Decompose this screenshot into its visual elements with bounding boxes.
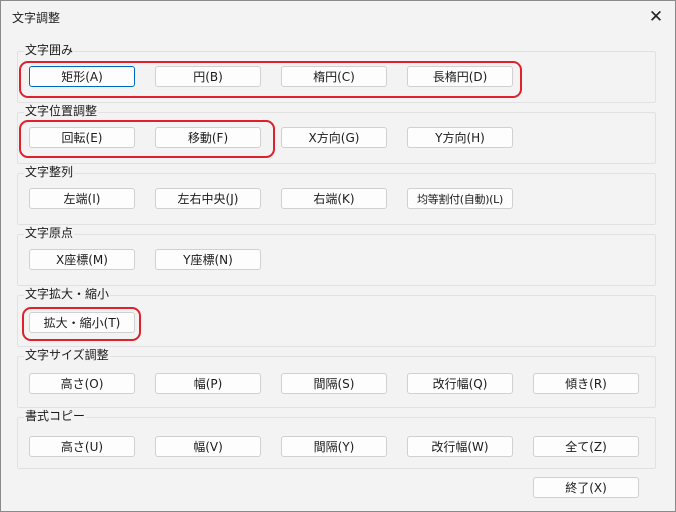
size-line-pitch-button[interactable]: 改行幅(Q) xyxy=(407,373,513,394)
group-title-text-position: 文字位置調整 xyxy=(24,104,99,118)
group-title-text-alignment: 文字整列 xyxy=(24,165,75,179)
exit-button[interactable]: 終了(X) xyxy=(533,477,639,498)
copy-height-button[interactable]: 高さ(U) xyxy=(29,436,135,457)
close-icon[interactable]: ✕ xyxy=(637,1,675,33)
y-direction-button[interactable]: Y方向(H) xyxy=(407,127,513,148)
y-coordinate-button[interactable]: Y座標(N) xyxy=(155,249,261,270)
rotate-button[interactable]: 回転(E) xyxy=(29,127,135,148)
dialog-window: 文字調整 ✕ 文字囲み 矩形(A) 円(B) 楕円(C) 長楕円(D) 文字位置… xyxy=(0,0,676,512)
align-left-button[interactable]: 左端(I) xyxy=(29,188,135,209)
group-title-text-size: 文字サイズ調整 xyxy=(24,348,110,362)
copy-line-pitch-button[interactable]: 改行幅(W) xyxy=(407,436,513,457)
title-bar: 文字調整 ✕ xyxy=(1,1,675,33)
copy-spacing-button[interactable]: 間隔(Y) xyxy=(281,436,387,457)
align-center-button[interactable]: 左右中央(J) xyxy=(155,188,261,209)
group-title-format-copy: 書式コピー xyxy=(24,409,87,423)
x-coordinate-button[interactable]: X座標(M) xyxy=(29,249,135,270)
rectangle-button[interactable]: 矩形(A) xyxy=(29,66,135,87)
window-title: 文字調整 xyxy=(12,11,61,25)
circle-button[interactable]: 円(B) xyxy=(155,66,261,87)
size-slant-button[interactable]: 傾き(R) xyxy=(533,373,639,394)
group-title-text-origin: 文字原点 xyxy=(24,226,75,240)
move-button[interactable]: 移動(F) xyxy=(155,127,261,148)
group-title-text-scale: 文字拡大・縮小 xyxy=(24,287,111,301)
group-title-text-enclosure: 文字囲み xyxy=(24,43,75,57)
copy-width-button[interactable]: 幅(V) xyxy=(155,436,261,457)
scale-button[interactable]: 拡大・縮小(T) xyxy=(29,312,135,333)
distribute-auto-button[interactable]: 均等割付(自動)(L) xyxy=(407,188,513,209)
align-right-button[interactable]: 右端(K) xyxy=(281,188,387,209)
copy-all-button[interactable]: 全て(Z) xyxy=(533,436,639,457)
size-height-button[interactable]: 高さ(O) xyxy=(29,373,135,394)
size-spacing-button[interactable]: 間隔(S) xyxy=(281,373,387,394)
size-width-button[interactable]: 幅(P) xyxy=(155,373,261,394)
x-direction-button[interactable]: X方向(G) xyxy=(281,127,387,148)
long-ellipse-button[interactable]: 長楕円(D) xyxy=(407,66,513,87)
ellipse-button[interactable]: 楕円(C) xyxy=(281,66,387,87)
